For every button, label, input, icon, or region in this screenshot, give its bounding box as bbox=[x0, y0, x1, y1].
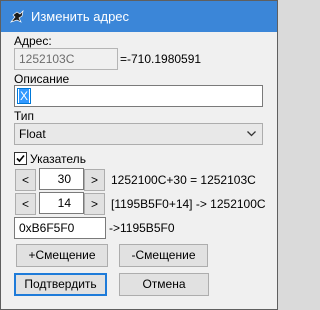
description-label: Описание bbox=[14, 72, 70, 86]
offset-2-text: [1195B5F0+14] -> 1252100C bbox=[111, 197, 266, 211]
base-address-text: ->1195B5F0 bbox=[109, 221, 175, 235]
description-input[interactable]: X bbox=[14, 85, 263, 107]
remove-offset-button[interactable]: -Смещение bbox=[119, 244, 208, 267]
type-label: Тип bbox=[14, 109, 35, 123]
description-value: X bbox=[19, 89, 30, 103]
offset-1-decrease-button[interactable]: < bbox=[15, 169, 36, 191]
offset-2-value: 14 bbox=[57, 196, 71, 210]
chevron-down-icon bbox=[247, 131, 256, 137]
offset-2-decrease-button[interactable]: < bbox=[15, 193, 36, 215]
address-result: =-710.1980591 bbox=[120, 52, 202, 66]
offset-1-value: 30 bbox=[57, 172, 71, 186]
offset-1-text: 1252100C+30 = 1252103C bbox=[111, 173, 256, 187]
type-select[interactable]: Float bbox=[14, 123, 263, 145]
address-value: 1252103C bbox=[19, 52, 75, 66]
address-field[interactable]: 1252103C bbox=[14, 48, 118, 70]
offset-1-increase-button[interactable]: > bbox=[84, 169, 105, 191]
app-icon bbox=[9, 9, 24, 23]
window-title: Изменить адрес bbox=[31, 9, 130, 24]
base-address-value: 0xB6F5F0 bbox=[19, 221, 75, 235]
pointer-label: Указатель bbox=[30, 152, 86, 166]
title-bar: Изменить адрес bbox=[1, 1, 277, 32]
cancel-button[interactable]: Отмена bbox=[119, 273, 209, 296]
address-label: Адрес: bbox=[14, 34, 52, 48]
confirm-button[interactable]: Подтвердить bbox=[14, 273, 107, 296]
checkmark-icon bbox=[16, 154, 25, 163]
add-offset-button[interactable]: +Смещение bbox=[16, 244, 108, 267]
offset-2-increase-button[interactable]: > bbox=[84, 193, 105, 215]
offset-1-input[interactable]: 30 bbox=[39, 168, 84, 190]
base-address-input[interactable]: 0xB6F5F0 bbox=[14, 217, 106, 239]
pointer-checkbox[interactable] bbox=[14, 152, 27, 165]
offset-2-input[interactable]: 14 bbox=[39, 192, 84, 214]
change-address-dialog: Изменить адрес Адрес: 1252103C =-710.198… bbox=[0, 0, 278, 310]
type-selected: Float bbox=[19, 127, 46, 141]
